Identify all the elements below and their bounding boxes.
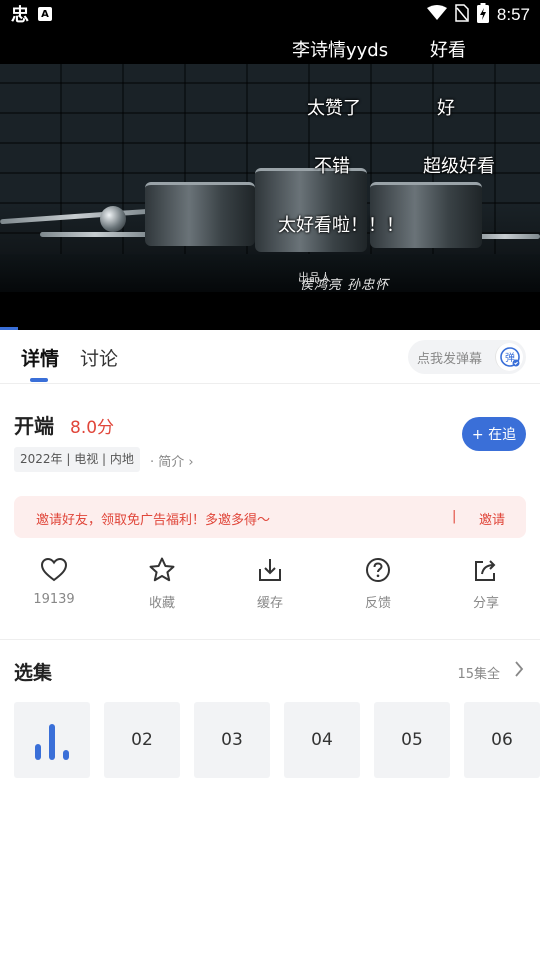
follow-button[interactable]: + 在追 <box>462 417 526 451</box>
danmaku-comment: 好 <box>437 98 455 119</box>
danmaku-input-placeholder: 点我发弹幕 <box>417 351 483 367</box>
tab-details[interactable]: 详情 <box>21 344 59 371</box>
danmaku-comment: 超级好看 <box>423 156 495 177</box>
danmaku-comment: 太好看啦！！！ <box>278 215 404 236</box>
danmaku-comment: 太赞了 <box>307 98 361 119</box>
clock: 8:57 <box>496 5 530 24</box>
show-meta: 2022年 | 电视 | 内地 <box>14 447 140 472</box>
tab-discussion[interactable]: 讨论 <box>80 344 118 371</box>
episode-list: 02 03 04 05 06 <box>14 702 540 778</box>
episode-item[interactable]: 06 <box>464 702 540 778</box>
star-icon <box>149 557 175 582</box>
episode-item-01-playing[interactable] <box>14 702 90 778</box>
episode-item[interactable]: 02 <box>104 702 180 778</box>
invite-button[interactable]: 邀请 <box>479 509 505 528</box>
share-button[interactable]: 分享 <box>432 556 540 611</box>
app-notification-icon: 忠 <box>11 5 29 26</box>
credit-names: 侯鸿亮 孙忠怀 <box>300 278 390 293</box>
video-frame: 出品人 侯鸿亮 孙忠怀 <box>0 64 540 293</box>
download-button[interactable]: 缓存 <box>216 556 324 611</box>
show-title: 开端 <box>14 414 54 438</box>
invite-banner[interactable]: 邀请好友，领取免广告福利！多邀多得～ | 邀请 <box>14 496 526 538</box>
danmaku-icon: 弹 <box>499 347 520 367</box>
no-sim-icon <box>455 4 469 26</box>
status-bar: 忠 A 8:57 <box>0 0 540 28</box>
favorite-button[interactable]: 收藏 <box>108 556 216 611</box>
video-player[interactable]: 出品人 侯鸿亮 孙忠怀 李诗情yyds 好看 太赞了 好 不错 超级好看 太好看… <box>0 28 540 330</box>
episode-item[interactable]: 03 <box>194 702 270 778</box>
episodes-title: 选集 <box>14 662 53 684</box>
download-label: 缓存 <box>256 596 283 611</box>
danmaku-comment: 不错 <box>314 156 350 177</box>
share-icon <box>475 560 496 581</box>
favorite-label: 收藏 <box>148 596 175 611</box>
chevron-right-icon[interactable] <box>514 660 524 682</box>
chevron-right-icon: › <box>188 455 194 470</box>
wifi-icon <box>426 5 447 25</box>
heart-icon <box>40 557 68 582</box>
danmaku-comment: 李诗情yyds <box>292 40 389 61</box>
intro-link[interactable]: · 简介 › <box>150 451 194 470</box>
share-label: 分享 <box>472 596 499 611</box>
action-bar: 19139 收藏 缓存 反馈 分享 <box>0 556 540 618</box>
a-notification-icon: A <box>38 7 52 21</box>
feedback-button[interactable]: 反馈 <box>324 556 432 611</box>
invite-text: 邀请好友，领取免广告福利！多邀多得～ <box>36 513 271 528</box>
active-tab-indicator <box>30 378 48 382</box>
playing-icon <box>35 720 69 760</box>
danmaku-input[interactable]: 点我发弹幕 弹 <box>408 340 526 374</box>
download-icon <box>259 559 281 581</box>
battery-charging-icon <box>476 3 489 27</box>
episode-item[interactable]: 05 <box>374 702 450 778</box>
question-icon <box>366 558 390 582</box>
like-button[interactable]: 19139 <box>0 556 108 607</box>
show-score: 8.0分 <box>70 418 115 438</box>
danmaku-comment: 好看 <box>430 40 466 61</box>
episodes-total[interactable]: 15集全 <box>457 663 500 682</box>
feedback-label: 反馈 <box>364 596 391 611</box>
episode-item[interactable]: 04 <box>284 702 360 778</box>
section-divider <box>0 639 540 640</box>
detail-tabs: 详情 讨论 点我发弹幕 弹 <box>0 330 540 384</box>
invite-separator: | <box>452 509 457 524</box>
danmaku-toggle-button[interactable]: 弹 <box>495 343 523 371</box>
like-count: 19139 <box>33 592 75 607</box>
intro-label: · 简介 <box>150 455 185 470</box>
